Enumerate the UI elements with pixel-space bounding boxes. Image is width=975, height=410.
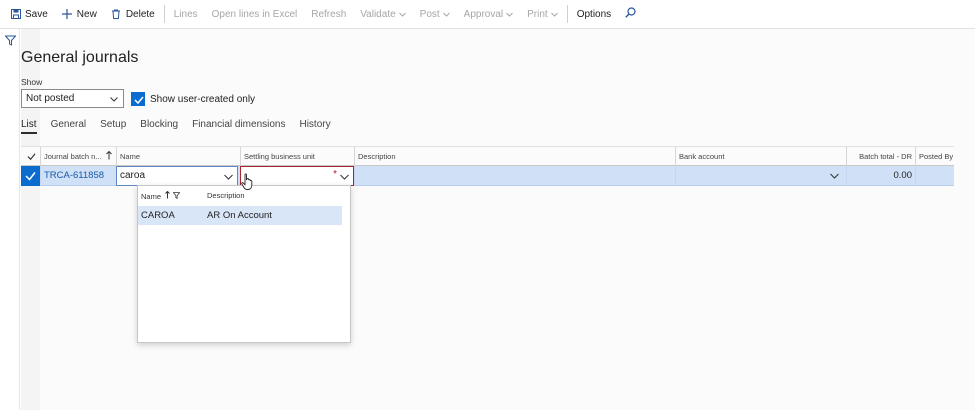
grid-header: Journal batch n... Name Settling busines… [21, 146, 954, 166]
sort-ascending-icon [106, 150, 112, 162]
col-journal-batch[interactable]: Journal batch n... [40, 147, 116, 166]
description-cell[interactable] [354, 166, 675, 186]
validate-menu[interactable]: Validate [353, 0, 412, 29]
checkbox[interactable] [131, 92, 145, 106]
search-icon [625, 7, 636, 21]
tab-setup[interactable]: Setup [100, 119, 126, 134]
show-value: Not posted [26, 93, 75, 104]
lookup-col-description[interactable]: Description [207, 191, 245, 200]
lookup-col-name-label: Name [141, 191, 162, 201]
save-icon [10, 8, 21, 20]
print-menu[interactable]: Print [520, 0, 565, 29]
col-name[interactable]: Name [116, 147, 240, 166]
toolbar-divider [566, 5, 568, 23]
filter-icon[interactable] [4, 35, 17, 46]
chevron-down-icon [110, 95, 118, 103]
post-label: Post [419, 8, 440, 20]
approval-menu[interactable]: Approval [457, 0, 520, 29]
col-batch-total-dr[interactable]: Batch total - DR [846, 147, 915, 166]
name-input-value: caroa [120, 170, 146, 181]
approval-label: Approval [463, 8, 504, 20]
tab-list[interactable]: List [21, 119, 37, 134]
table-row[interactable]: TRCA-611858 caroa * 0.00 [21, 166, 954, 186]
view-tabs: List General Setup Blocking Financial di… [21, 119, 345, 134]
lines-label: Lines [173, 8, 198, 20]
hand-cursor-icon [241, 173, 255, 191]
chevron-down-icon [398, 11, 406, 18]
chevron-down-icon [442, 11, 450, 18]
open-lines-excel-button[interactable]: Open lines in Excel [205, 0, 305, 29]
new-button[interactable]: New [55, 0, 104, 29]
row-select-checkbox[interactable] [21, 166, 40, 186]
user-created-label: Show user-created only [150, 93, 256, 105]
lookup-col-name[interactable]: Name [141, 190, 181, 201]
settling-business-unit-input[interactable]: * [240, 166, 354, 186]
col-posted-by[interactable]: Posted By [915, 147, 954, 166]
journal-batch-link[interactable]: TRCA-611858 [40, 166, 116, 186]
trash-icon [111, 9, 122, 20]
col-description[interactable]: Description [354, 147, 675, 166]
refresh-button[interactable]: Refresh [304, 0, 353, 29]
print-label: Print [527, 8, 548, 20]
save-button[interactable]: Save [3, 0, 55, 29]
select-all-checkbox[interactable] [21, 147, 40, 166]
chevron-down-icon [506, 11, 513, 18]
plus-icon [62, 8, 73, 20]
left-rail [0, 29, 20, 410]
new-label: New [76, 8, 97, 20]
lookup-row[interactable]: CAROA AR On Account [138, 206, 342, 225]
refresh-label: Refresh [311, 8, 347, 20]
lookup-row-description: AR On Account [207, 210, 272, 221]
options-label: Options [576, 8, 612, 20]
posted-by-cell [915, 166, 954, 186]
validate-label: Validate [360, 8, 396, 20]
col-journal-batch-label: Journal batch n... [44, 152, 102, 161]
open-lines-excel-label: Open lines in Excel [211, 8, 298, 20]
show-select[interactable]: Not posted [21, 89, 124, 108]
show-label: Show [21, 77, 43, 87]
chevron-down-icon [550, 11, 558, 18]
col-settling-business-unit[interactable]: Settling business unit [240, 147, 354, 166]
tab-blocking[interactable]: Blocking [140, 119, 178, 134]
options-tab[interactable]: Options [570, 0, 618, 29]
page-title: General journals [21, 49, 139, 66]
col-bank-account[interactable]: Bank account [675, 147, 846, 166]
delete-label: Delete [125, 8, 155, 20]
required-indicator: * [333, 169, 337, 180]
delete-button[interactable]: Delete [104, 0, 162, 29]
chevron-down-icon[interactable] [340, 173, 349, 184]
lines-button[interactable]: Lines [167, 0, 205, 29]
bank-account-cell[interactable] [675, 166, 846, 186]
lookup-row-name: CAROA [141, 210, 175, 221]
tab-history[interactable]: History [299, 119, 330, 134]
user-created-toggle[interactable]: Show user-created only [131, 92, 255, 106]
batch-total-cell: 0.00 [846, 166, 915, 186]
chevron-down-icon[interactable] [224, 173, 233, 184]
tab-general[interactable]: General [51, 119, 87, 134]
sort-ascending-icon [165, 190, 170, 201]
action-pane: Save New Delete Lines Open lines in Exce… [0, 0, 975, 29]
toolbar-divider [163, 5, 165, 23]
filter-icon[interactable] [172, 191, 181, 201]
post-menu[interactable]: Post [413, 0, 457, 29]
name-input[interactable]: caroa [116, 166, 238, 186]
save-label: Save [25, 8, 48, 20]
chevron-down-icon[interactable] [830, 172, 839, 183]
search-button[interactable] [618, 0, 643, 29]
name-lookup-dropdown: Name Description CAROA AR On Account [137, 185, 351, 343]
tab-financial-dimensions[interactable]: Financial dimensions [192, 119, 285, 134]
journals-grid: Journal batch n... Name Settling busines… [21, 146, 954, 186]
